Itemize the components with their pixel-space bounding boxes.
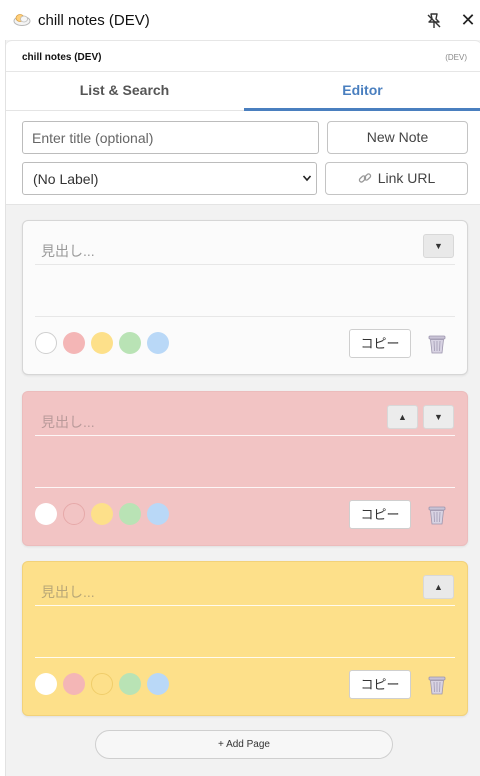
color-swatch-blue[interactable] [147,332,169,354]
color-swatch-white[interactable] [35,503,57,525]
tab-editor[interactable]: Editor [244,72,480,111]
divider [35,657,455,658]
divider [35,487,455,488]
env-badge: (DEV) [445,53,467,62]
color-swatch-pink[interactable] [63,332,85,354]
label-select[interactable]: (No Label) [22,162,317,195]
link-url-label: Link URL [377,170,436,186]
copy-button[interactable]: コピー [349,329,411,358]
note-card: 見出し... ▲ コピー [22,561,468,716]
color-swatch-yellow[interactable] [91,332,113,354]
trash-icon[interactable] [426,333,448,355]
divider [35,605,455,606]
chevron-down-icon [303,175,311,182]
note-card: 見出し... ▼ コピー [22,220,468,375]
new-note-button[interactable]: New Note [327,121,468,154]
color-swatch-green[interactable] [119,673,141,695]
side-panel: chill notes (DEV) (DEV) List & Search Ed… [5,40,480,776]
color-swatch-green[interactable] [119,503,141,525]
note-form: New Note (No Label) Link URL [6,111,480,205]
move-up-button[interactable]: ▲ [387,405,418,429]
move-up-button[interactable]: ▲ [423,575,454,599]
move-down-button[interactable]: ▼ [423,405,454,429]
color-swatch-blue[interactable] [147,673,169,695]
pin-off-icon[interactable] [424,11,444,31]
color-swatch-yellow[interactable] [91,503,113,525]
move-down-button[interactable]: ▼ [423,234,454,258]
color-swatch-yellow[interactable] [91,673,113,695]
link-icon [358,173,371,183]
window-titlebar: chill notes (DEV) ✕ [0,0,480,40]
color-swatch-pink[interactable] [63,503,85,525]
tab-bar: List & Search Editor [6,72,480,111]
note-card: 見出し... ▲ ▼ コピー [22,391,468,546]
color-swatch-white[interactable] [35,332,57,354]
divider [35,435,455,436]
note-heading-input[interactable]: 見出し... [41,241,95,261]
trash-icon[interactable] [426,674,448,696]
link-url-button[interactable]: Link URL [325,162,468,195]
tab-list-search[interactable]: List & Search [6,72,243,111]
copy-button[interactable]: コピー [349,500,411,529]
cloud-app-icon [13,14,31,26]
note-heading-input[interactable]: 見出し... [41,582,95,602]
copy-button[interactable]: コピー [349,670,411,699]
color-swatch-white[interactable] [35,673,57,695]
title-input[interactable] [22,121,319,154]
panel-app-name: chill notes (DEV) [22,52,102,63]
color-swatch-blue[interactable] [147,503,169,525]
color-swatch-pink[interactable] [63,673,85,695]
add-page-button[interactable]: + Add Page [95,730,393,759]
panel-header: chill notes (DEV) (DEV) [6,40,480,72]
window-title: chill notes (DEV) [38,12,150,29]
close-icon[interactable]: ✕ [458,9,478,31]
trash-icon[interactable] [426,504,448,526]
divider [35,316,455,317]
divider [35,264,455,265]
note-heading-input[interactable]: 見出し... [41,412,95,432]
color-swatch-green[interactable] [119,332,141,354]
